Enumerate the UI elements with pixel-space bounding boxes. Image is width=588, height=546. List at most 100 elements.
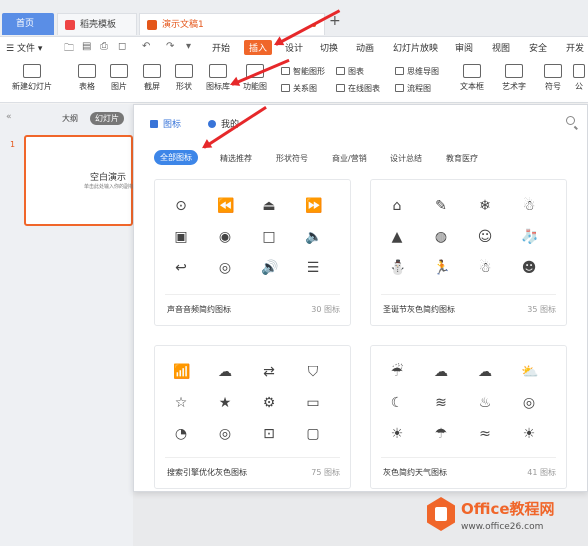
set-icon[interactable]: ◉ [217,229,233,245]
set-icon[interactable]: ⛄ [389,260,406,276]
formula-button[interactable]: 公 [570,62,588,92]
menu-insert[interactable]: 插入 [244,40,273,55]
set-icon[interactable]: ▲ [389,229,405,245]
menu-slideshow[interactable]: 幻灯片放映 [393,41,438,54]
icon-set-card[interactable]: 📶 ☁ ⇄ ⛉ ☆ ★ ⚙ ▭ ◔ ◎ ⊡ ▢ 搜索引擎优化灰色图标 75 图标 [154,345,351,489]
icon-set-card[interactable]: ⌂ ✎ ❄ ☃ ▲ ◍ ☺ 🧦 ⛄ 🏃 ☃ ☻ 圣诞节灰色简约图标 35 图标 [370,179,567,326]
set-icon[interactable]: ⛅ [521,364,538,380]
set-icon[interactable]: ⚙ [261,395,277,411]
set-icon[interactable]: ≋ [433,395,449,411]
set-icon[interactable]: 🔊 [261,260,278,276]
menu-start[interactable]: 开始 [212,41,230,54]
mind-map-button[interactable]: 思维导图 [395,66,439,77]
set-icon[interactable]: ☔ [389,364,405,380]
tab-home[interactable]: 首页 [2,13,54,35]
slide-thumbnail[interactable]: 空白演示 单击此处输入你的副标题 [24,135,139,226]
tab-template[interactable]: 稻壳模板 [57,13,137,35]
menu-view[interactable]: 视图 [492,41,510,54]
set-icon[interactable]: ≈ [477,426,493,442]
smart-graphic-button[interactable]: 智能图形 [281,66,325,77]
set-icon[interactable]: ⊡ [261,426,277,442]
set-icon[interactable]: ⛉ [305,364,321,380]
category-featured[interactable]: 精选推荐 [220,153,252,164]
relation-chart-button[interactable]: 关系图 [281,83,317,94]
set-icon[interactable]: ⊙ [173,198,189,214]
set-icon[interactable]: ☁ [217,364,233,380]
set-icon[interactable]: ☃ [521,198,537,214]
set-icon[interactable]: ♨ [477,395,493,411]
icon-library-button[interactable]: 图标库 [201,62,235,92]
set-icon[interactable]: ▭ [305,395,321,411]
set-icon[interactable]: 🏃 [433,260,450,276]
art-text-button[interactable]: 艺术字 [497,62,531,92]
set-icon[interactable]: ☁ [433,364,449,380]
set-icon[interactable]: ⏪ [217,198,234,214]
tab-outline[interactable]: 大纲 [62,113,78,124]
set-icon[interactable]: ☀ [521,426,537,442]
set-icon[interactable]: ☀ [389,426,405,442]
set-icon[interactable]: ⌂ [389,198,405,214]
tab-slides[interactable]: 幻灯片 [90,112,124,125]
set-icon[interactable]: ❄ [477,198,493,214]
category-education[interactable]: 教育医疗 [446,153,478,164]
set-icon[interactable]: ▢ [305,426,321,442]
undo-icon[interactable]: ↶ [142,41,150,52]
category-all[interactable]: 全部图标 [154,150,198,165]
set-icon[interactable]: ★ [217,395,233,411]
set-icon[interactable]: □ [261,229,277,245]
set-icon[interactable]: ☃ [477,260,493,276]
file-menu[interactable]: ☰ 文件 ▾ [6,41,42,54]
new-slide-button[interactable]: 新建幻灯片 [6,62,58,92]
open-icon[interactable]: 🗀 [64,41,74,58]
menu-transition[interactable]: 切换 [320,41,338,54]
picture-button[interactable]: 图片 [104,62,134,92]
set-icon[interactable]: ✎ [433,198,449,214]
textbox-button[interactable]: 文本框 [455,62,489,92]
search-icon[interactable] [566,116,575,125]
shape-button[interactable]: 形状 [169,62,199,92]
print-icon[interactable]: ⎙ [100,41,108,52]
set-icon[interactable]: ▣ [173,229,189,245]
set-icon[interactable]: ☆ [173,395,189,411]
set-icon[interactable]: ⇄ [261,364,277,380]
set-icon[interactable]: ◍ [433,229,449,245]
set-icon[interactable]: ☁ [477,364,493,380]
category-business[interactable]: 商业/营销 [332,153,367,164]
menu-developer[interactable]: 开发 [566,41,584,54]
set-icon[interactable]: ⏏ [261,198,277,214]
menu-review[interactable]: 审阅 [455,41,473,54]
symbol-button[interactable]: 符号 [538,62,568,92]
chart-button[interactable]: 图表 [336,66,364,77]
set-icon[interactable]: ◎ [217,260,233,276]
icon-set-card[interactable]: ⊙ ⏪ ⏏ ⏩ ▣ ◉ □ 🔈 ↩ ◎ 🔊 ☰ 声音音频简约图标 30 图标 [154,179,351,326]
table-button[interactable]: 表格 [72,62,102,92]
preview-icon[interactable]: ◻ [118,41,126,52]
collapse-pane-icon[interactable]: « [6,112,12,122]
set-icon[interactable]: ☻ [521,260,537,276]
set-icon[interactable]: ◔ [173,426,189,442]
icon-set-card[interactable]: ☔ ☁ ☁ ⛅ ☾ ≋ ♨ ◎ ☀ ☂ ≈ ☀ 灰色简约天气图标 41 图标 [370,345,567,489]
menu-design[interactable]: 设计 [285,41,303,54]
set-icon[interactable]: ↩ [173,260,189,276]
set-icon[interactable]: ☂ [433,426,449,442]
set-icon[interactable]: ☾ [389,395,405,411]
online-chart-button[interactable]: 在线图表 [336,83,380,94]
save-icon[interactable]: ▤ [82,41,91,52]
set-icon[interactable]: 🧦 [521,229,538,245]
category-shapes[interactable]: 形状符号 [276,153,308,164]
screenshot-button[interactable]: 截屏 [137,62,167,92]
set-icon[interactable]: ◎ [521,395,537,411]
set-icon[interactable]: ◎ [217,426,233,442]
menu-security[interactable]: 安全 [529,41,547,54]
set-icon[interactable]: ⏩ [305,198,322,214]
set-icon[interactable]: ☰ [305,260,321,276]
tab-icons[interactable]: 图标 [150,117,181,130]
set-icon[interactable]: ☺ [477,229,493,245]
dropdown-chevron-icon[interactable]: ▾ [186,41,191,52]
set-icon[interactable]: 📶 [173,364,190,380]
category-design[interactable]: 设计总结 [390,153,422,164]
menu-animation[interactable]: 动画 [356,41,374,54]
redo-icon[interactable]: ↷ [166,41,174,52]
set-icon[interactable]: 🔈 [305,229,322,245]
flowchart-button[interactable]: 流程图 [395,83,431,94]
